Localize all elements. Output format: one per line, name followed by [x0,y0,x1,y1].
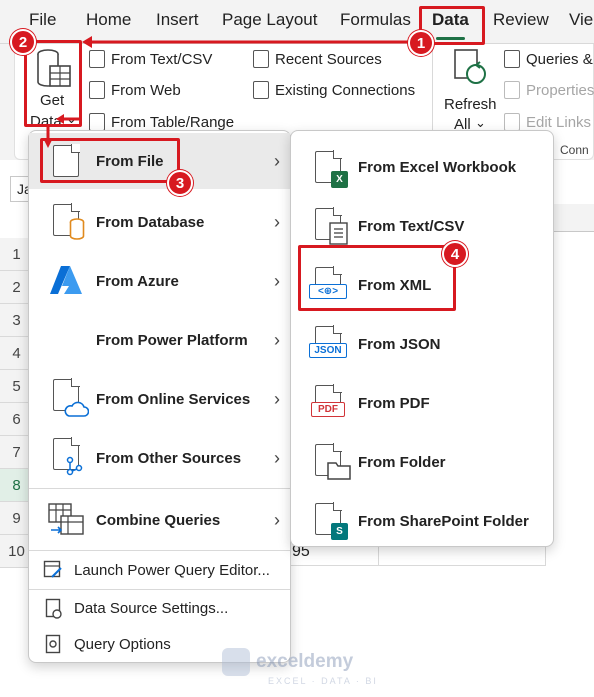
watermark-tagline: EXCEL · DATA · BI [268,676,378,686]
annotation-arrows [43,36,418,148]
arrow-head-icon [82,36,92,48]
step-marker-1: 1 [408,30,434,56]
arrow-head-icon [43,138,53,148]
step-marker-4: 4 [442,241,468,267]
step-marker-3: 3 [167,170,193,196]
watermark-name: exceldemy [256,651,354,672]
step-marker-2: 2 [10,29,36,55]
arrow-head-icon [56,114,64,124]
exceldemy-logo-icon [222,648,250,676]
exceldemy-watermark: exceldemy EXCEL · DATA · BI [222,648,376,686]
